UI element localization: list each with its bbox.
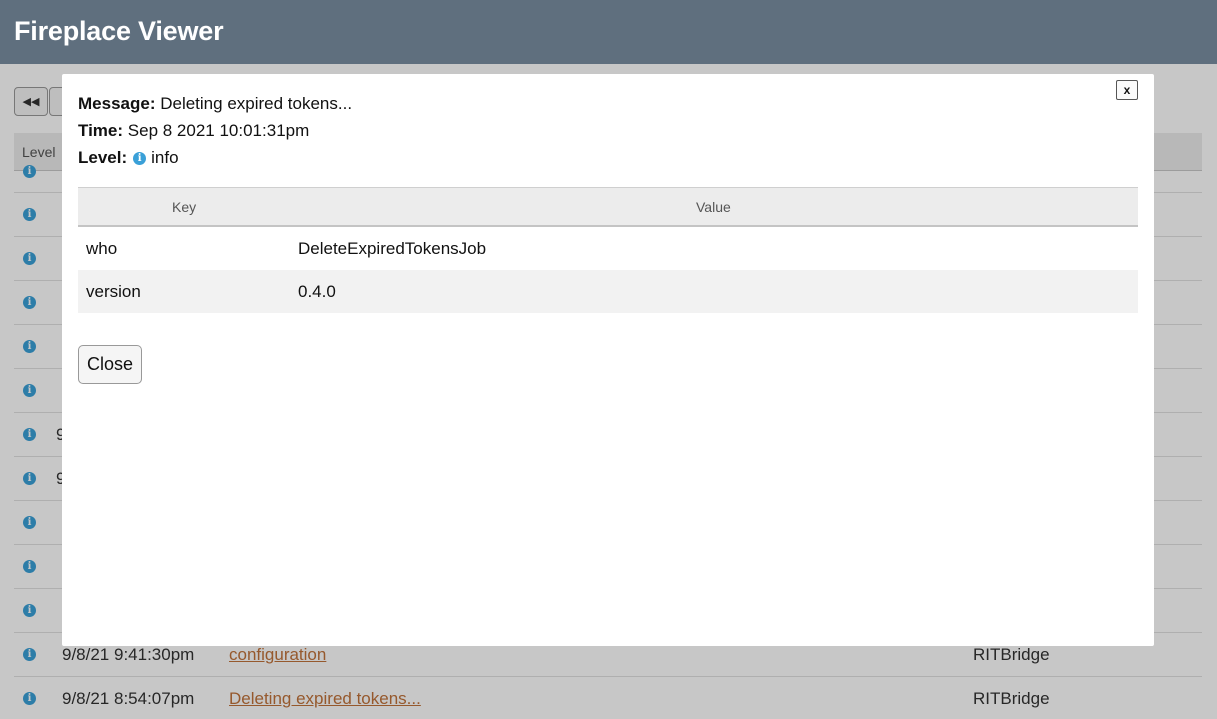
entry-key: who xyxy=(86,239,118,258)
key-column-header: Key xyxy=(172,199,197,215)
entry-key: version xyxy=(86,282,141,301)
message-value: Deleting expired tokens... xyxy=(160,94,353,113)
entry-value: 0.4.0 xyxy=(298,282,336,301)
key-value-table: Key Value who DeleteExpiredTokensJob ver… xyxy=(78,187,1138,313)
level-line: Level: i info xyxy=(78,148,179,168)
key-value-table-header: Key Value xyxy=(78,187,1138,227)
app-root: Fireplace Viewer ◀◀ Level i i i i i i i … xyxy=(0,0,1217,719)
time-label: Time: xyxy=(78,121,124,140)
value-column-header: Value xyxy=(696,199,731,215)
app-title: Fireplace Viewer xyxy=(14,16,224,46)
time-value: Sep 8 2021 10:01:31pm xyxy=(127,121,310,140)
app-header: Fireplace Viewer xyxy=(0,0,1217,64)
table-row: who DeleteExpiredTokensJob xyxy=(78,227,1138,270)
entry-value: DeleteExpiredTokensJob xyxy=(298,239,487,258)
modal-close-x-button[interactable]: x xyxy=(1116,80,1138,100)
info-icon: i xyxy=(133,151,147,165)
time-line: Time: Sep 8 2021 10:01:31pm xyxy=(78,121,309,141)
close-button[interactable]: Close xyxy=(78,345,142,384)
table-row: version 0.4.0 xyxy=(78,270,1138,313)
log-detail-modal: x Message: Deleting expired tokens... Ti… xyxy=(62,74,1154,646)
level-label: Level: xyxy=(78,148,128,167)
message-label: Message: xyxy=(78,94,156,113)
level-value: info xyxy=(151,148,179,167)
message-line: Message: Deleting expired tokens... xyxy=(78,94,352,114)
